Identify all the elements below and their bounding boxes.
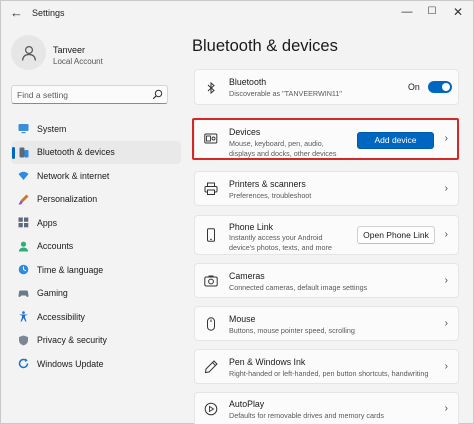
back-arrow-icon[interactable]: ←	[10, 6, 24, 20]
update-icon	[18, 358, 29, 369]
sidebar-item-privacy-security[interactable]: Privacy & security	[11, 329, 181, 353]
sidebar-item-label: Bluetooth & devices	[37, 147, 115, 158]
page-title: Bluetooth & devices	[192, 37, 338, 55]
phone-link-desc: Instantly access your Android device's p…	[229, 233, 332, 252]
chevron-right-icon[interactable]: ›	[445, 403, 448, 414]
mouse-icon	[207, 317, 215, 331]
chevron-right-icon[interactable]: ›	[445, 183, 448, 194]
sidebar-item-windows-update[interactable]: Windows Update	[11, 352, 181, 376]
brush-icon	[18, 194, 29, 204]
autoplay-desc: Defaults for removable drives and memory…	[229, 411, 384, 420]
search-icon[interactable]	[152, 89, 163, 100]
bluetooth-toggle[interactable]	[428, 81, 452, 93]
sidebar-item-label: Accessibility	[37, 311, 85, 322]
pen-icon	[204, 360, 218, 374]
cameras-desc: Connected cameras, default image setting…	[229, 283, 368, 292]
printers-desc: Preferences, troubleshoot	[229, 191, 312, 200]
person-icon	[18, 241, 29, 251]
mouse-desc: Buttons, mouse pointer speed, scrolling	[229, 326, 355, 335]
autoplay-icon	[204, 402, 218, 416]
camera-icon	[204, 275, 218, 287]
window-title: Settings	[32, 8, 65, 18]
bluetooth-icon	[19, 147, 29, 157]
profile-account-type: Local Account	[53, 57, 103, 66]
sidebar-item-gaming[interactable]: Gaming	[11, 282, 181, 306]
autoplay-title: AutoPlay	[229, 399, 265, 409]
sidebar-item-label: System	[37, 123, 67, 134]
printers-title: Printers & scanners	[229, 179, 306, 189]
bluetooth-desc: Discoverable as "TANVEERWIN11"	[229, 89, 342, 98]
sidebar-item-label: Windows Update	[37, 358, 104, 369]
gamepad-icon	[18, 290, 29, 297]
user-profile[interactable]: Tanveer Local Account	[11, 35, 181, 79]
avatar	[11, 35, 46, 70]
chevron-right-icon[interactable]: ›	[445, 229, 448, 240]
monitor-icon	[18, 124, 29, 134]
accessibility-icon	[19, 311, 28, 322]
sidebar-item-label: Network & internet	[37, 170, 110, 181]
autoplay-card[interactable]: AutoPlay Defaults for removable drives a…	[194, 392, 459, 424]
phone-icon	[207, 228, 215, 242]
sidebar-item-label: Personalization	[37, 194, 98, 205]
apps-icon	[18, 217, 29, 228]
sidebar-item-accounts[interactable]: Accounts	[11, 235, 181, 259]
maximize-icon[interactable]: ☐	[422, 5, 442, 19]
mouse-title: Mouse	[229, 314, 256, 324]
shield-icon	[19, 335, 28, 345]
settings-window: ← Settings — ☐ ✕ Tanveer Local Account F…	[0, 0, 474, 424]
mouse-card[interactable]: Mouse Buttons, mouse pointer speed, scro…	[194, 306, 459, 341]
sidebar-item-time-language[interactable]: Time & language	[11, 258, 181, 282]
sidebar-item-accessibility[interactable]: Accessibility	[11, 305, 181, 329]
sidebar-item-bluetooth-devices[interactable]: Bluetooth & devices	[11, 140, 181, 164]
close-icon[interactable]: ✕	[448, 5, 468, 19]
bluetooth-icon	[207, 81, 215, 95]
search-input[interactable]	[17, 88, 147, 102]
printer-icon	[204, 182, 218, 195]
pen-ink-desc: Right-handed or left-handed, pen button …	[229, 369, 429, 378]
sidebar-item-label: Gaming	[37, 288, 68, 299]
globe-clock-icon	[18, 264, 29, 275]
cameras-card[interactable]: Cameras Connected cameras, default image…	[194, 263, 459, 298]
open-phone-link-button[interactable]: Open Phone Link	[357, 226, 435, 244]
person-icon	[21, 45, 36, 61]
sidebar-item-apps[interactable]: Apps	[11, 211, 181, 235]
phone-link-card[interactable]: Phone Link Instantly access your Android…	[194, 215, 459, 255]
sidebar-item-label: Accounts	[37, 241, 74, 252]
bluetooth-title: Bluetooth	[229, 77, 267, 87]
chevron-right-icon[interactable]: ›	[445, 275, 448, 286]
sidebar-item-label: Apps	[37, 217, 58, 228]
sidebar-item-system[interactable]: System	[11, 117, 181, 141]
sidebar-item-network[interactable]: Network & internet	[11, 164, 181, 188]
wifi-icon	[18, 171, 29, 180]
sidebar-nav: System Bluetooth & devices Network & int…	[11, 117, 181, 376]
phone-link-title: Phone Link	[229, 222, 274, 232]
cameras-title: Cameras	[229, 271, 265, 281]
sidebar-item-label: Privacy & security	[37, 335, 107, 346]
chevron-right-icon[interactable]: ›	[445, 318, 448, 329]
search-box[interactable]	[11, 85, 168, 104]
chevron-right-icon[interactable]: ›	[445, 361, 448, 372]
title-bar: ← Settings — ☐ ✕	[1, 1, 473, 27]
sidebar-item-personalization[interactable]: Personalization	[11, 188, 181, 212]
pen-ink-title: Pen & Windows Ink	[229, 357, 306, 367]
minimize-icon[interactable]: —	[397, 5, 417, 19]
bluetooth-card[interactable]: Bluetooth Discoverable as "TANVEERWIN11"…	[194, 69, 459, 105]
sidebar-item-label: Time & language	[37, 264, 104, 275]
profile-name: Tanveer	[53, 45, 86, 55]
printers-card[interactable]: Printers & scanners Preferences, trouble…	[194, 171, 459, 206]
highlight-annotation	[192, 118, 459, 160]
pen-ink-card[interactable]: Pen & Windows Ink Right-handed or left-h…	[194, 349, 459, 384]
bluetooth-toggle-label: On	[408, 82, 420, 92]
